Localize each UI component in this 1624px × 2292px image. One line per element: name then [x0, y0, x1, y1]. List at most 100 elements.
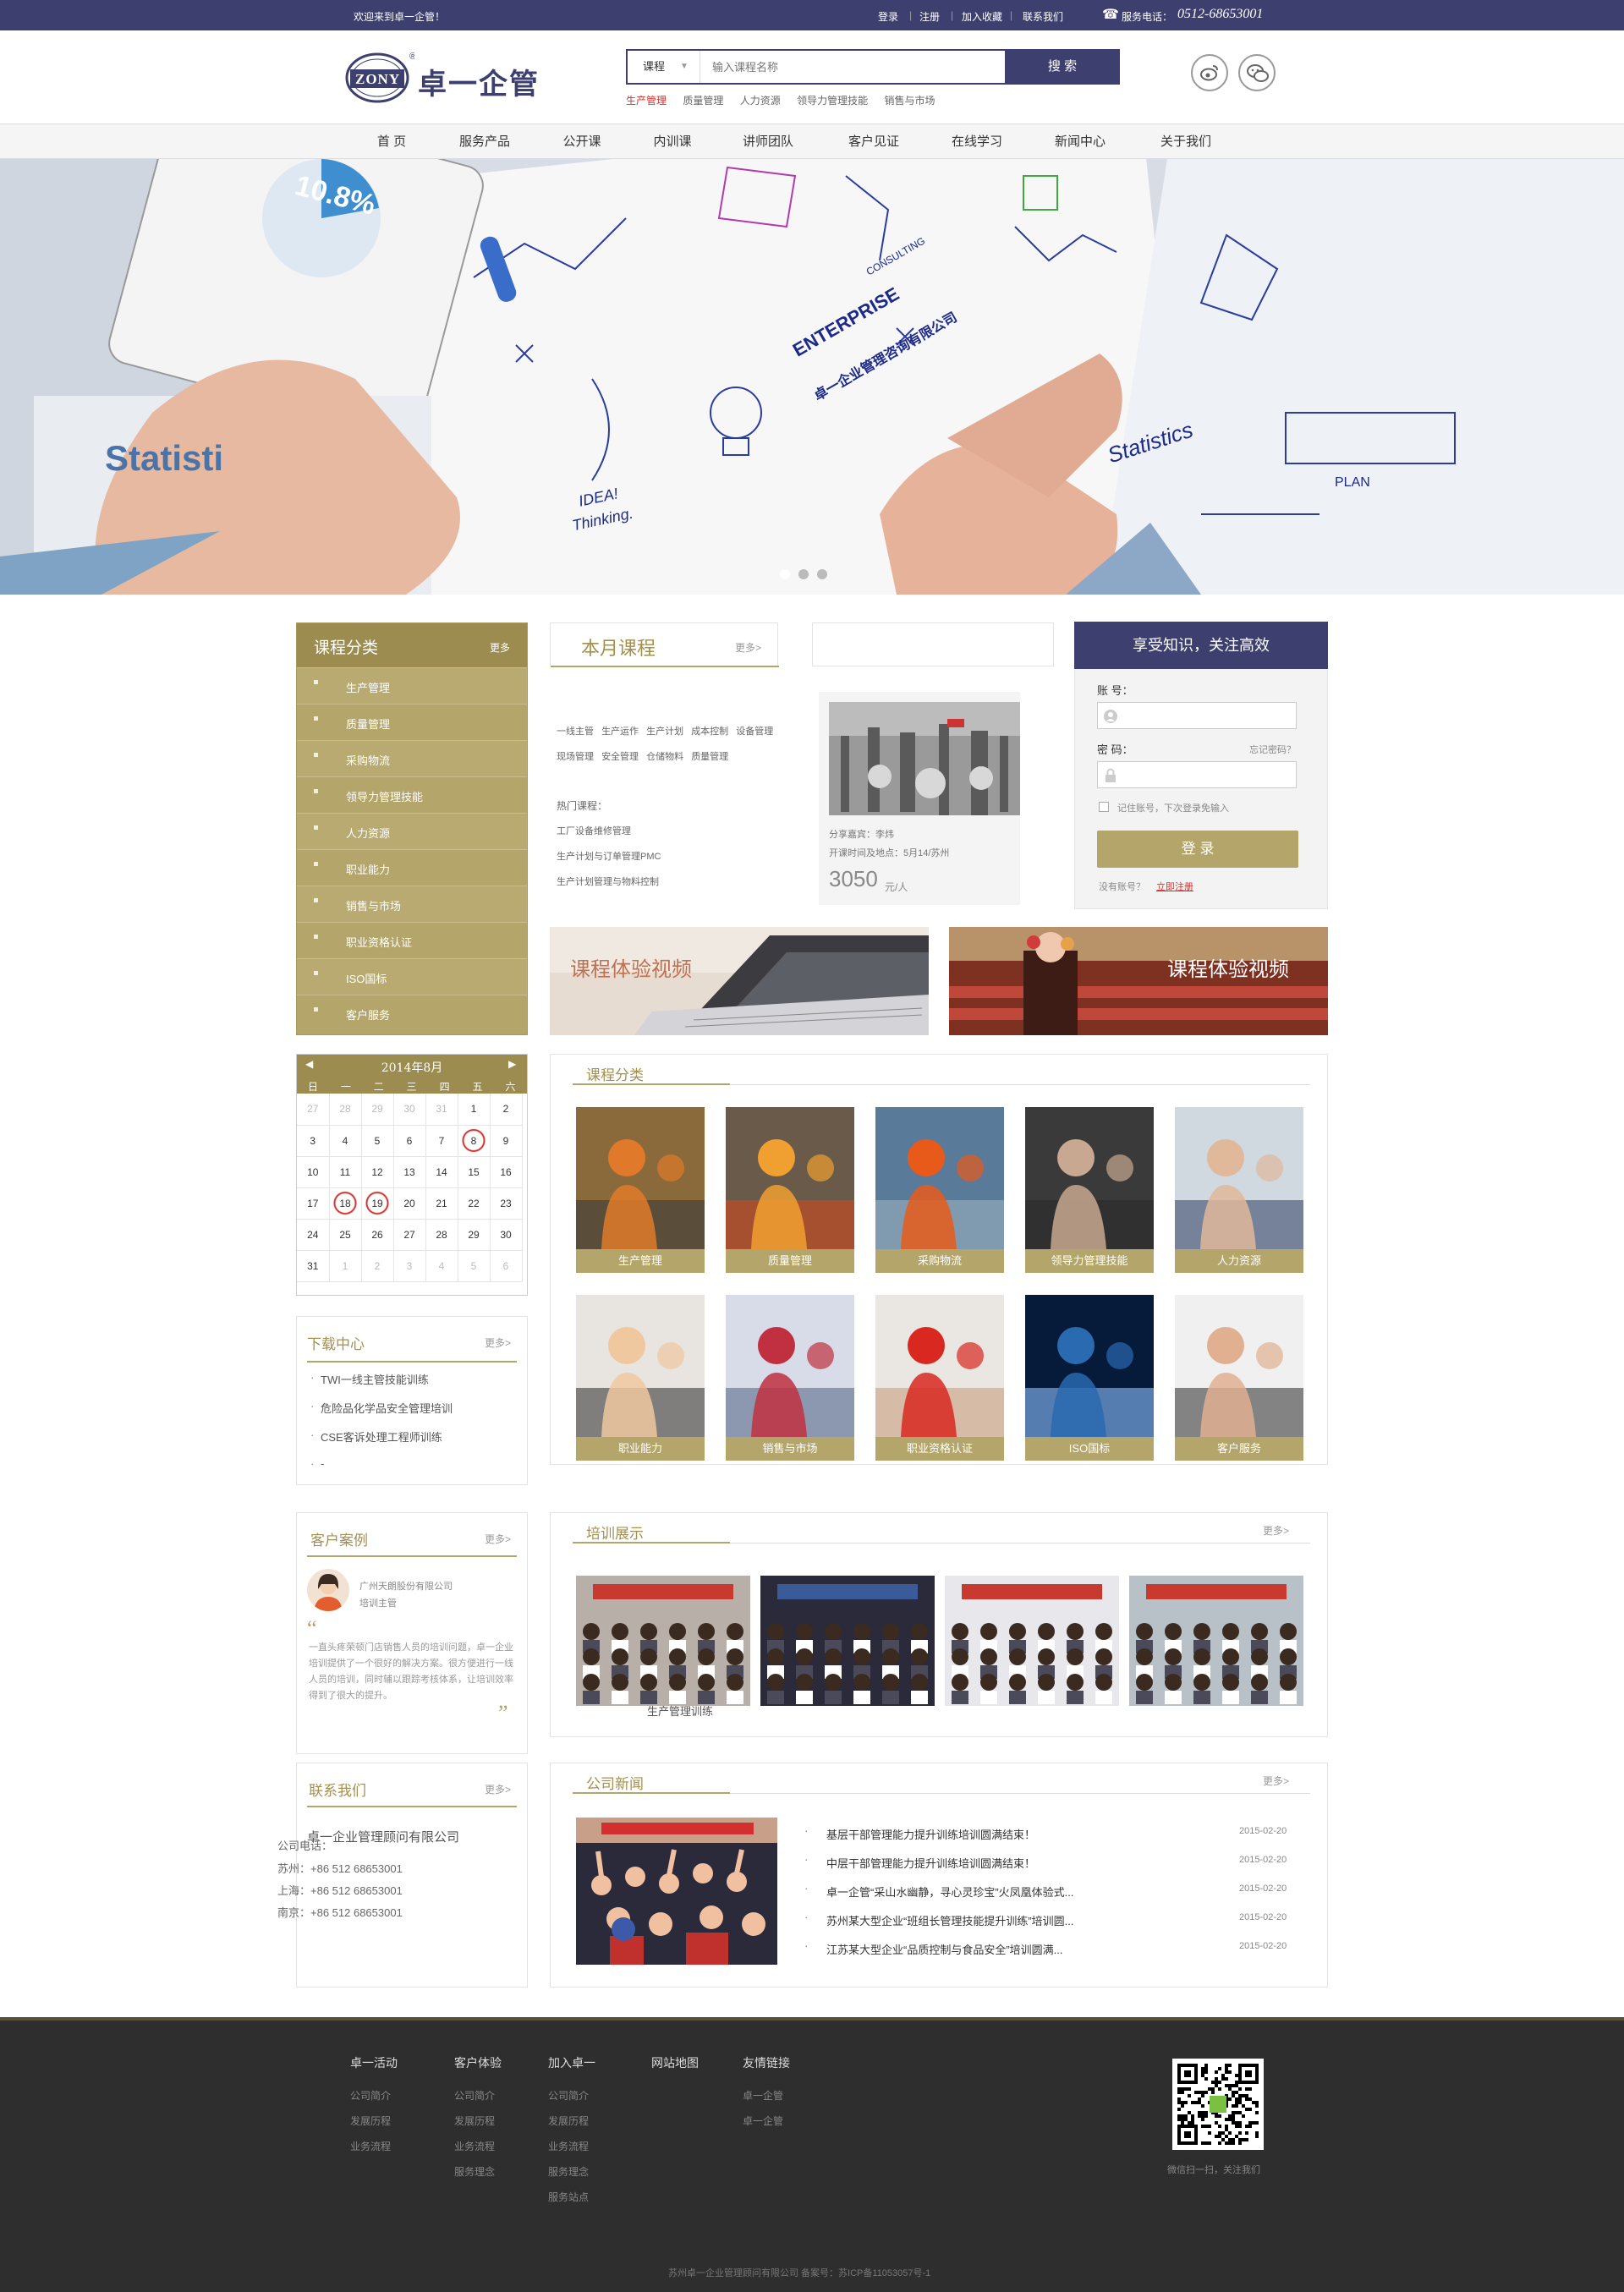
calendar-day[interactable]: 2: [361, 1250, 394, 1282]
footer-column-title[interactable]: 卓一活动: [350, 2054, 398, 2071]
nav-online-learning[interactable]: 在线学习: [930, 124, 1023, 160]
news-item[interactable]: · 卓一企管“采山水幽静，寻心灵珍宝”火凤凰体验式... 2015-02-20: [804, 1882, 1312, 1900]
category-tile[interactable]: 职业能力: [576, 1295, 705, 1461]
download-more-link[interactable]: 更多>: [485, 1335, 511, 1350]
login-link[interactable]: 登录: [878, 9, 898, 24]
category-tile[interactable]: ISO国标: [1025, 1295, 1154, 1461]
hot-course-item[interactable]: 生产计划管理与物料控制: [557, 875, 659, 888]
calendar-day[interactable]: 17: [297, 1187, 330, 1220]
calendar-day[interactable]: 30: [490, 1219, 523, 1251]
calendar-day[interactable]: 2: [490, 1094, 523, 1126]
sidebar-more-link[interactable]: 更多: [490, 640, 510, 655]
nav-inhouse-course[interactable]: 内训课: [626, 124, 719, 160]
calendar-day[interactable]: 3: [297, 1125, 330, 1157]
nav-news[interactable]: 新闻中心: [1034, 124, 1127, 160]
download-item[interactable]: · 危险品化学品安全管理培训: [307, 1400, 518, 1416]
download-item[interactable]: · CSE客诉处理工程师训练: [307, 1428, 518, 1445]
calendar-day[interactable]: 12: [361, 1156, 394, 1188]
footer-link[interactable]: 发展历程: [454, 2114, 495, 2128]
category-tile[interactable]: 生产管理: [576, 1107, 705, 1273]
footer-link[interactable]: 服务站点: [548, 2190, 589, 2204]
nav-services[interactable]: 服务产品: [438, 124, 531, 160]
calendar-day[interactable]: 25: [329, 1219, 362, 1251]
category-tile[interactable]: 销售与市场: [726, 1295, 854, 1461]
calendar-day[interactable]: 31: [425, 1094, 458, 1126]
footer-link[interactable]: 业务流程: [350, 2139, 391, 2153]
sidebar-item[interactable]: 人力资源: [297, 813, 527, 849]
password-input[interactable]: [1097, 761, 1297, 788]
remember-checkbox[interactable]: [1099, 802, 1109, 812]
calendar-day[interactable]: 15: [458, 1156, 491, 1188]
nav-home[interactable]: 首 页: [345, 124, 438, 160]
category-tile[interactable]: 人力资源: [1175, 1107, 1303, 1273]
calendar-day[interactable]: 21: [425, 1187, 458, 1220]
training-photo[interactable]: [760, 1576, 935, 1706]
calendar-day[interactable]: 3: [393, 1250, 426, 1282]
monthly-tab-blank[interactable]: [812, 622, 1054, 666]
calendar-day[interactable]: 5: [361, 1125, 394, 1157]
calendar-day[interactable]: 27: [297, 1094, 330, 1126]
course-tag[interactable]: 一线主管: [557, 727, 594, 737]
download-item[interactable]: · TWI一线主管技能训练: [307, 1371, 518, 1387]
calendar-day[interactable]: 29: [458, 1219, 491, 1251]
calendar-day[interactable]: 31: [297, 1250, 330, 1282]
category-tile[interactable]: 职业资格认证: [875, 1295, 1004, 1461]
calendar-day[interactable]: 20: [393, 1187, 426, 1220]
hot-course-item[interactable]: 工厂设备维修管理: [557, 824, 631, 837]
course-tag[interactable]: 现场管理: [557, 752, 594, 762]
search-category-select[interactable]: 课程 ▼: [628, 51, 700, 83]
calendar-day[interactable]: 7: [425, 1125, 458, 1157]
calendar-day[interactable]: 13: [393, 1156, 426, 1188]
training-more-link[interactable]: 更多>: [1263, 1523, 1289, 1538]
training-photo[interactable]: [576, 1576, 750, 1706]
slider-dot[interactable]: [798, 569, 809, 579]
calendar-day[interactable]: 28: [425, 1219, 458, 1251]
news-image[interactable]: [576, 1818, 777, 1965]
footer-link[interactable]: 卓一企管: [743, 2088, 783, 2103]
calendar-day[interactable]: 22: [458, 1187, 491, 1220]
slider-dot-active[interactable]: [780, 569, 790, 579]
nav-testimonials[interactable]: 客户见证: [827, 124, 920, 160]
favorite-link[interactable]: 加入收藏: [962, 9, 1002, 24]
cases-more-link[interactable]: 更多>: [485, 1532, 511, 1546]
calendar-next-icon[interactable]: ▶: [508, 1058, 516, 1070]
calendar-day[interactable]: 14: [425, 1156, 458, 1188]
course-tag[interactable]: 设备管理: [736, 727, 773, 737]
footer-link[interactable]: 服务理念: [454, 2164, 495, 2179]
calendar-day[interactable]: 30: [393, 1094, 426, 1126]
featured-course-card[interactable]: 分享嘉宾：李炜 开课时间及地点：5月14/苏州 3050 元/人: [819, 692, 1020, 905]
sidebar-item[interactable]: 生产管理: [297, 667, 527, 704]
training-photo[interactable]: [1129, 1576, 1303, 1706]
footer-column-title[interactable]: 加入卓一: [548, 2054, 595, 2071]
account-input[interactable]: [1097, 702, 1297, 729]
login-button[interactable]: 登 录: [1097, 831, 1298, 868]
footer-column-title[interactable]: 客户体验: [454, 2054, 502, 2071]
calendar-day[interactable]: 5: [458, 1250, 491, 1282]
hot-keyword[interactable]: 销售与市场: [884, 95, 935, 107]
hero-banner[interactable]: 10.8% Statisti ENTERPRISE CONSULTING 卓一企…: [0, 159, 1624, 595]
calendar-day[interactable]: 1: [458, 1094, 491, 1126]
footer-column-title[interactable]: 友情链接: [743, 2054, 790, 2071]
course-tag[interactable]: 生产计划: [646, 727, 683, 737]
monthly-more-link[interactable]: 更多>: [735, 640, 761, 655]
calendar-day[interactable]: 23: [490, 1187, 523, 1220]
footer-link[interactable]: 发展历程: [548, 2114, 589, 2128]
news-item[interactable]: · 基层干部管理能力提升训练培训圆满结束！ 2015-02-20: [804, 1824, 1312, 1843]
footer-link[interactable]: 业务流程: [548, 2139, 589, 2153]
calendar-day[interactable]: 4: [425, 1250, 458, 1282]
calendar-day[interactable]: 16: [490, 1156, 523, 1188]
sidebar-item[interactable]: 领导力管理技能: [297, 776, 527, 813]
sidebar-item[interactable]: 客户服务: [297, 995, 527, 1031]
hot-keyword[interactable]: 人力资源: [740, 95, 781, 107]
calendar-day[interactable]: 11: [329, 1156, 362, 1188]
category-tile[interactable]: 质量管理: [726, 1107, 854, 1273]
calendar-day[interactable]: 27: [393, 1219, 426, 1251]
sidebar-item[interactable]: ISO国标: [297, 958, 527, 995]
contact-more-link[interactable]: 更多>: [485, 1782, 511, 1796]
course-tag[interactable]: 生产运作: [601, 727, 639, 737]
course-tag[interactable]: 成本控制: [691, 727, 728, 737]
course-tag[interactable]: 质量管理: [691, 752, 728, 762]
download-item[interactable]: · -: [307, 1457, 518, 1470]
sidebar-item[interactable]: 质量管理: [297, 704, 527, 740]
course-video-banner-right[interactable]: 课程体验视频: [949, 927, 1328, 1035]
